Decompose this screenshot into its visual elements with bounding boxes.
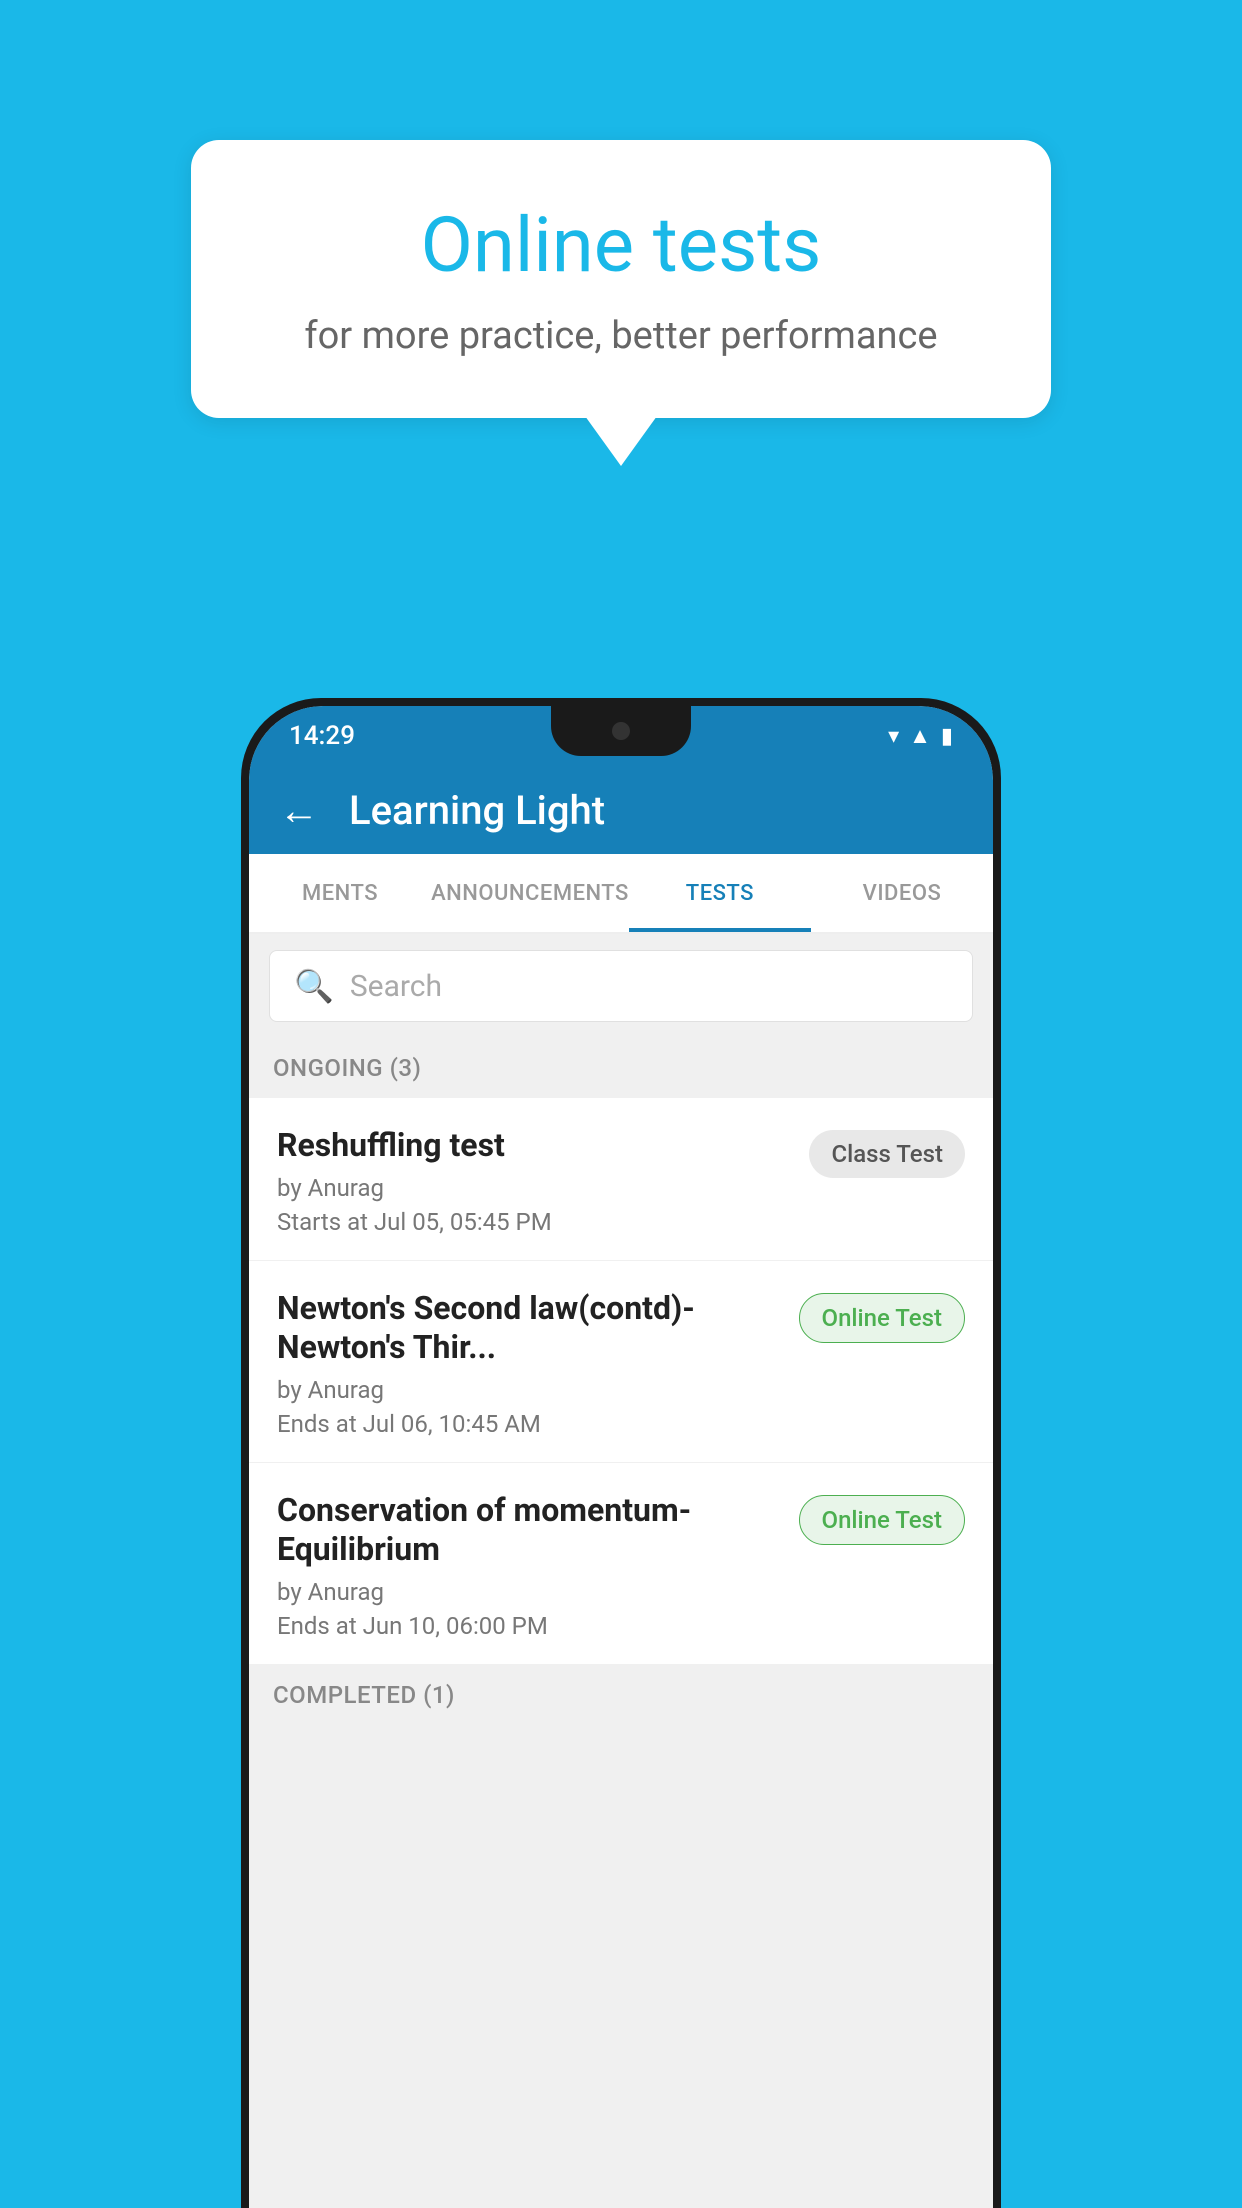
- test-item-2[interactable]: Newton's Second law(contd)-Newton's Thir…: [249, 1261, 993, 1463]
- tab-announcements[interactable]: ANNOUNCEMENTS: [431, 854, 629, 932]
- ongoing-label: ONGOING (3): [273, 1054, 421, 1082]
- test-title-2: Newton's Second law(contd)-Newton's Thir…: [277, 1289, 783, 1366]
- badge-online-test-3: Online Test: [799, 1495, 965, 1545]
- status-bar: 14:29 ▾ ▲ ▮: [249, 706, 993, 766]
- test-by-3: by Anurag: [277, 1578, 783, 1606]
- status-icons: ▾ ▲ ▮: [888, 723, 953, 749]
- test-item-3[interactable]: Conservation of momentum-Equilibrium by …: [249, 1463, 993, 1665]
- speech-bubble-container: Online tests for more practice, better p…: [191, 140, 1051, 418]
- search-input[interactable]: Search: [350, 969, 442, 1004]
- speech-bubble: Online tests for more practice, better p…: [191, 140, 1051, 418]
- search-container: 🔍 Search: [249, 934, 993, 1038]
- status-time: 14:29: [289, 721, 355, 751]
- signal-icon: ▲: [909, 723, 931, 749]
- tab-videos[interactable]: VIDEOS: [811, 854, 993, 932]
- badge-online-test-2: Online Test: [799, 1293, 965, 1343]
- app-bar: ← Learning Light: [249, 766, 993, 854]
- test-time-2: Ends at Jul 06, 10:45 AM: [277, 1410, 783, 1438]
- search-icon: 🔍: [294, 967, 334, 1005]
- notch: [551, 706, 691, 756]
- test-time-1: Starts at Jul 05, 05:45 PM: [277, 1208, 793, 1236]
- tab-tests[interactable]: TESTS: [629, 854, 811, 932]
- wifi-icon: ▾: [888, 724, 899, 749]
- battery-icon: ▮: [941, 724, 953, 749]
- screen-content: 14:29 ▾ ▲ ▮ ← Learning Light MENTS: [249, 706, 993, 2208]
- bubble-title: Online tests: [261, 200, 981, 290]
- test-info-3: Conservation of momentum-Equilibrium by …: [277, 1491, 783, 1640]
- test-info-1: Reshuffling test by Anurag Starts at Jul…: [277, 1126, 793, 1236]
- completed-label: COMPLETED (1): [273, 1681, 455, 1709]
- app-bar-title: Learning Light: [349, 787, 605, 834]
- tab-ments[interactable]: MENTS: [249, 854, 431, 932]
- test-by-1: by Anurag: [277, 1174, 793, 1202]
- back-button[interactable]: ←: [279, 787, 319, 834]
- test-title-1: Reshuffling test: [277, 1126, 793, 1164]
- ongoing-section-header: ONGOING (3): [249, 1038, 993, 1098]
- badge-class-test-1: Class Test: [809, 1130, 965, 1178]
- bubble-subtitle: for more practice, better performance: [261, 314, 981, 358]
- camera: [612, 722, 630, 740]
- phone-frame: 14:29 ▾ ▲ ▮ ← Learning Light MENTS: [241, 698, 1001, 2208]
- test-item-1[interactable]: Reshuffling test by Anurag Starts at Jul…: [249, 1098, 993, 1261]
- search-bar[interactable]: 🔍 Search: [269, 950, 973, 1022]
- test-by-2: by Anurag: [277, 1376, 783, 1404]
- phone-inner: 14:29 ▾ ▲ ▮ ← Learning Light MENTS: [249, 706, 993, 2208]
- test-info-2: Newton's Second law(contd)-Newton's Thir…: [277, 1289, 783, 1438]
- test-time-3: Ends at Jun 10, 06:00 PM: [277, 1612, 783, 1640]
- test-title-3: Conservation of momentum-Equilibrium: [277, 1491, 783, 1568]
- tabs-bar: MENTS ANNOUNCEMENTS TESTS VIDEOS: [249, 854, 993, 934]
- completed-section-header: COMPLETED (1): [249, 1665, 993, 1725]
